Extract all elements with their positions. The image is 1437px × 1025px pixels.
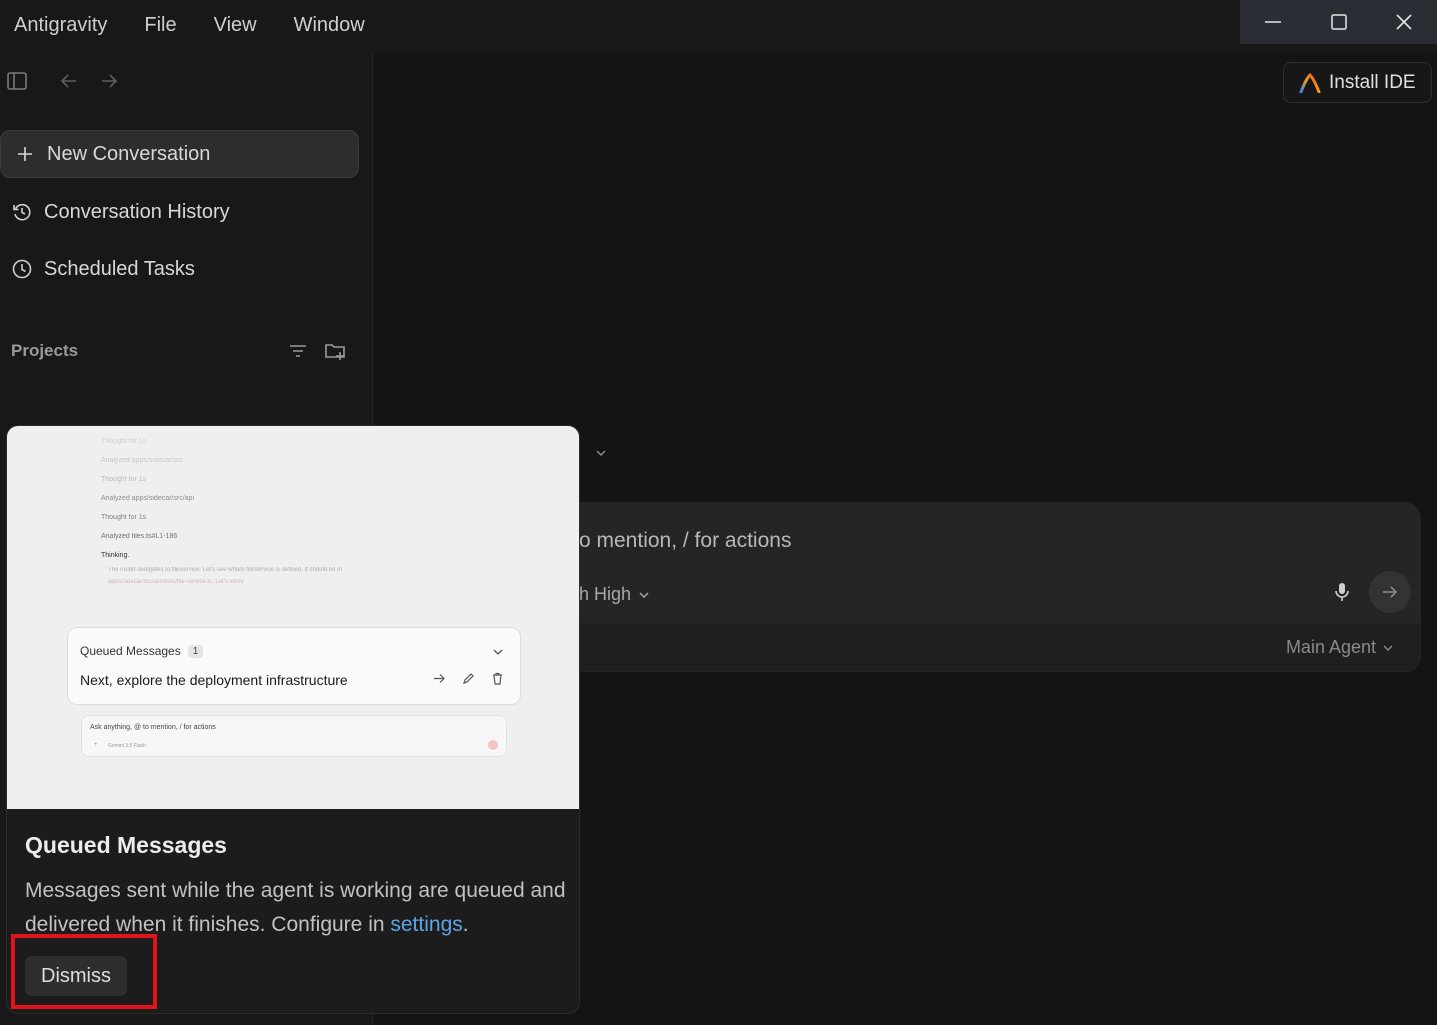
chevron-down-icon xyxy=(1383,645,1393,651)
popup-description: Messages sent while the agent is working… xyxy=(25,874,570,942)
menu-bar: Antigravity File View Window xyxy=(14,14,402,37)
menu-app[interactable]: Antigravity xyxy=(14,14,107,37)
projects-label: Projects xyxy=(11,341,79,360)
model-selector[interactable]: h High xyxy=(579,584,651,605)
clock-icon xyxy=(10,257,34,281)
maximize-icon xyxy=(1330,14,1347,30)
mini-composer-preview: Ask anything, @ to mention, / for action… xyxy=(81,715,507,757)
queued-messages-header: Queued Messages 1 xyxy=(80,644,204,658)
conversation-history-button[interactable]: Conversation History xyxy=(0,188,359,236)
trash-icon xyxy=(493,672,502,685)
preview-line: Thought for 1s xyxy=(101,476,147,483)
preview-line: Thought for 1s xyxy=(101,438,147,445)
scheduled-tasks-button[interactable]: Scheduled Tasks xyxy=(0,245,359,293)
new-conversation-label: New Conversation xyxy=(47,142,211,165)
feature-preview-image: Thought for 1s Analyzed apps/sidecar/src… xyxy=(7,426,579,809)
menu-file[interactable]: File xyxy=(144,14,176,37)
install-ide-button[interactable]: Install IDE xyxy=(1283,62,1432,103)
agent-selector[interactable]: Main Agent xyxy=(1286,637,1394,658)
mini-plus-icon: + xyxy=(94,742,98,748)
plus-icon xyxy=(13,142,37,166)
window-controls xyxy=(1240,0,1437,44)
preview-line: Thought for 1s xyxy=(101,514,147,521)
sidebar-toggle-icon[interactable] xyxy=(6,70,28,92)
menu-window[interactable]: Window xyxy=(294,14,365,37)
chevron-down-icon xyxy=(639,591,649,598)
chevron-down-icon xyxy=(493,649,503,655)
title-bar: Antigravity File View Window xyxy=(0,0,1437,52)
send-button[interactable] xyxy=(1369,571,1411,613)
new-conversation-button[interactable]: New Conversation xyxy=(0,130,359,178)
conversation-history-label: Conversation History xyxy=(44,200,230,223)
chevron-down-icon[interactable] xyxy=(594,446,608,460)
pencil-icon xyxy=(463,673,474,684)
composer-placeholder[interactable]: o mention, / for actions xyxy=(579,529,791,553)
filter-icon[interactable] xyxy=(288,341,308,361)
preview-line: The router delegates to fileService. Let… xyxy=(108,567,342,573)
microphone-icon[interactable] xyxy=(1332,581,1352,603)
back-arrow-icon[interactable] xyxy=(58,70,80,92)
minimize-icon xyxy=(1264,21,1281,23)
minimize-button[interactable] xyxy=(1240,0,1306,44)
mini-stop-icon xyxy=(488,740,498,750)
close-button[interactable] xyxy=(1371,0,1437,44)
highlight-box xyxy=(11,934,157,1009)
preview-line: Analyzed files.ts#L1-186 xyxy=(101,533,178,540)
send-arrow-icon xyxy=(1383,586,1398,598)
composer: o mention, / for actions h High Main Age… xyxy=(545,502,1421,672)
queued-messages-box: Queued Messages 1 Next, explore the depl… xyxy=(67,627,521,705)
queued-messages-popup: Thought for 1s Analyzed apps/sidecar/src… xyxy=(6,425,580,1014)
popup-title: Queued Messages xyxy=(25,832,227,858)
history-icon xyxy=(10,200,34,224)
menu-view[interactable]: View xyxy=(214,14,257,37)
new-folder-icon[interactable] xyxy=(324,340,346,362)
queued-messages-heading: Queued Messages xyxy=(80,644,181,658)
mini-composer-placeholder: Ask anything, @ to mention, / for action… xyxy=(90,724,216,731)
antigravity-logo-icon xyxy=(1299,72,1321,93)
popup-description-end: . xyxy=(462,913,469,936)
agent-label: Main Agent xyxy=(1285,637,1376,657)
mini-model-label: Gemini 3.5 Flash xyxy=(108,743,146,749)
scheduled-tasks-label: Scheduled Tasks xyxy=(44,257,195,280)
queue-count-badge: 1 xyxy=(187,644,204,658)
composer-input-area[interactable] xyxy=(546,503,1420,623)
queued-message-item: Next, explore the deployment infrastruct… xyxy=(80,672,348,688)
maximize-button[interactable] xyxy=(1306,0,1372,44)
model-label: h High xyxy=(579,584,632,604)
queued-message-actions xyxy=(433,672,504,685)
arrow-right-icon xyxy=(434,674,445,683)
settings-link[interactable]: settings xyxy=(390,913,462,936)
popup-description-text: Messages sent while the agent is working… xyxy=(25,879,566,936)
preview-line: apps/sidecar/src/services/file-service.t… xyxy=(108,579,244,585)
preview-line: Thinking. xyxy=(101,552,130,559)
preview-line: Analyzed apps/sidecar/src/api xyxy=(101,495,194,502)
install-ide-label: Install IDE xyxy=(1329,71,1416,93)
close-icon xyxy=(1396,14,1412,30)
forward-arrow-icon[interactable] xyxy=(98,70,120,92)
sidebar-toolbar xyxy=(6,70,120,92)
projects-header: Projects xyxy=(11,340,346,362)
preview-line: Analyzed apps/sidecar/src xyxy=(101,457,183,464)
